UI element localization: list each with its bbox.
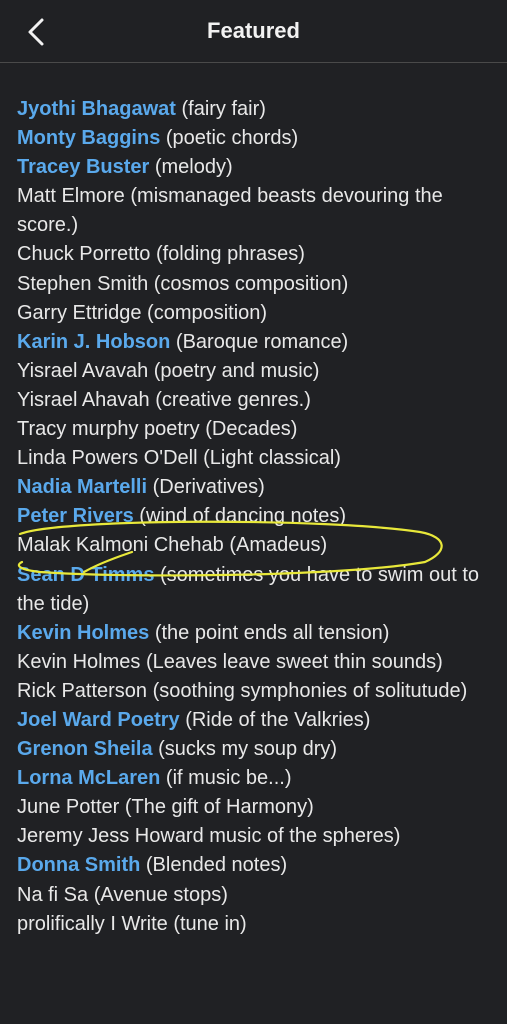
entry-description: (folding phrases) (150, 243, 305, 266)
entry-description: (Decades) (199, 418, 298, 441)
list-item[interactable]: Jyothi Bhagawat (fairy fair) (17, 95, 497, 124)
author-link[interactable]: Lorna McLaren (17, 767, 160, 789)
list-item: Kevin Holmes (Leaves leave sweet thin so… (17, 648, 497, 677)
author-link[interactable]: Kevin Holmes (17, 622, 149, 644)
list-item: Jeremy Jess Howard music of the spheres) (17, 822, 497, 851)
entry-description: (the point ends all tension) (149, 621, 390, 644)
author-link[interactable]: Joel Ward Poetry (17, 709, 180, 731)
featured-list: Jyothi Bhagawat (fairy fair) Monty Baggin… (17, 95, 497, 939)
entry-description: (Ride of the Valkries) (179, 708, 371, 731)
author-name: Linda Powers O'Dell (17, 447, 198, 470)
list-item[interactable]: Tracey Buster (melody) (17, 153, 497, 182)
author-link[interactable]: Tracey Buster (17, 156, 149, 178)
entry-description: (Derivatives) (147, 476, 265, 499)
author-link[interactable]: Karin J. Hobson (17, 331, 170, 353)
list-item[interactable]: Grenon Sheila (sucks my soup dry) (17, 735, 497, 764)
entry-description: (Blended notes) (140, 854, 288, 877)
entry-description: (poetic chords) (160, 127, 299, 150)
author-name: June Potter (17, 796, 120, 819)
entry-description: (tune in) (167, 912, 247, 935)
entry-description: (creative genres.) (149, 388, 311, 411)
entry-description: (Leaves leave sweet thin sounds) (140, 650, 443, 673)
entry-description: (Amadeus) (223, 534, 328, 557)
entry-description: (poetry and music) (148, 359, 320, 382)
list-item: Stephen Smith (cosmos composition) (17, 270, 497, 299)
entry-description: (The gift of Harmony) (119, 796, 314, 819)
author-name: Chuck Porretto (17, 243, 151, 266)
entry-description: music of the spheres) (203, 825, 401, 848)
list-item[interactable]: Joel Ward Poetry (Ride of the Valkries) (17, 706, 497, 735)
entry-description: (Avenue stops) (88, 883, 228, 906)
author-link[interactable]: Jyothi Bhagawat (17, 98, 176, 120)
list-item[interactable]: Kevin Holmes (the point ends all tension… (17, 619, 497, 648)
entry-description: (wind of dancing notes) (133, 505, 347, 528)
list-item[interactable]: Monty Baggins (poetic chords) (17, 124, 497, 153)
author-name: Yisrael Avavah (17, 359, 149, 382)
author-name: Na fi Sa (17, 883, 89, 906)
app-bar: Featured (0, 0, 507, 63)
author-link[interactable]: Peter Rivers (17, 505, 134, 527)
entry-description: (Light classical) (197, 447, 341, 470)
entry-description: (Baroque romance) (170, 330, 349, 353)
author-name: Kevin Holmes (17, 650, 141, 673)
author-link[interactable]: Donna Smith (17, 854, 140, 876)
entry-description: (fairy fair) (175, 98, 266, 120)
author-link[interactable]: Nadia Martelli (17, 476, 147, 498)
list-item: Rick Patterson (soothing symphonies of s… (17, 677, 497, 706)
author-link[interactable]: Grenon Sheila (17, 738, 153, 760)
list-item: prolifically I Write (tune in) (17, 910, 497, 939)
author-name: Yisrael Ahavah (17, 388, 150, 411)
list-item[interactable]: Sean D Timms (sometimes you have to swim… (17, 561, 497, 619)
entry-description: (melody) (149, 156, 233, 179)
entry-description: (cosmos composition) (148, 272, 349, 295)
list-item: Malak Kalmoni Chehab (Amadeus) (17, 531, 497, 560)
list-item[interactable]: Lorna McLaren (if music be...) (17, 764, 497, 793)
author-link[interactable]: Sean D Timms (17, 564, 154, 586)
list-item[interactable]: Nadia Martelli (Derivatives) (17, 473, 497, 502)
page-title: Featured (207, 18, 300, 43)
list-item[interactable]: Karin J. Hobson (Baroque romance) (17, 328, 497, 357)
entry-description: (soothing symphonies of solitutude) (147, 679, 468, 702)
author-name: Jeremy Jess Howard (17, 825, 204, 848)
entry-description: (if music be...) (160, 767, 292, 790)
list-item: Yisrael Avavah (poetry and music) (17, 357, 497, 386)
list-item: Chuck Porretto (folding phrases) (17, 240, 497, 269)
author-name: Stephen Smith (17, 272, 149, 295)
entry-description: (sucks my soup dry) (152, 738, 338, 761)
author-link[interactable]: Monty Baggins (17, 127, 160, 149)
author-name: Garry Ettridge (17, 301, 142, 324)
list-item[interactable]: Peter Rivers (wind of dancing notes) (17, 502, 497, 531)
list-item: June Potter (The gift of Harmony) (17, 793, 497, 822)
list-item: Linda Powers O'Dell (Light classical) (17, 444, 497, 473)
entry-description: (composition) (141, 301, 268, 324)
author-name: Matt Elmore (17, 185, 125, 208)
list-item: Na fi Sa (Avenue stops) (17, 881, 497, 910)
author-name: Malak Kalmoni Chehab (17, 534, 224, 557)
list-item: Garry Ettridge (composition) (17, 299, 497, 328)
list-item: Yisrael Ahavah (creative genres.) (17, 386, 497, 415)
author-name: prolifically I Write (17, 912, 168, 935)
author-name: Tracy murphy poetry (17, 418, 200, 441)
list-item: Matt Elmore (mismanaged beasts devouring… (17, 182, 497, 240)
list-item[interactable]: Donna Smith (Blended notes) (17, 851, 497, 880)
author-name: Rick Patterson (17, 679, 148, 702)
list-item: Tracy murphy poetry (Decades) (17, 415, 497, 444)
